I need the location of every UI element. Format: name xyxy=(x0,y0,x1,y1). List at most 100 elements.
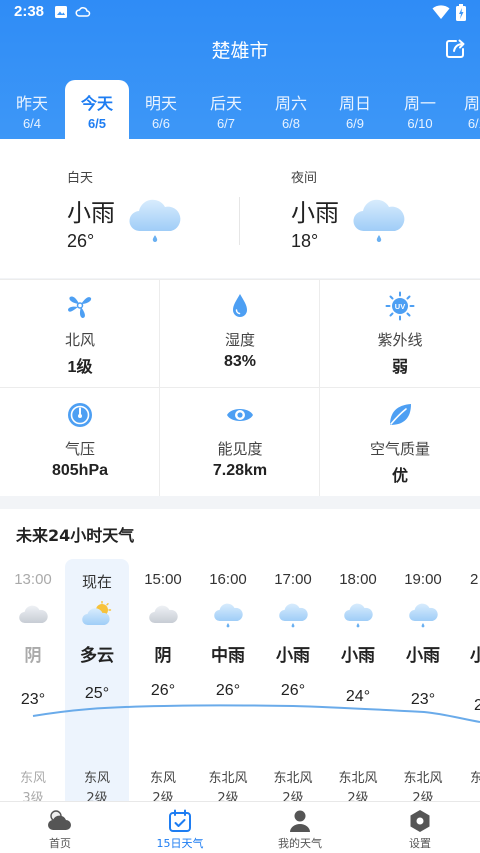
person-icon xyxy=(290,810,310,832)
hour-wind: 东北风 xyxy=(338,771,378,786)
day-tab-saturday[interactable]: 周六 6/8 xyxy=(259,80,323,139)
day-night-summary: 白天 小雨 26° 夜间 小雨 18° xyxy=(0,139,480,278)
nav-15-day[interactable]: 15日天气 xyxy=(120,802,240,853)
weather-details-grid: 北风 1级 湿度 83% UV 紫外线 弱 气压 805hPa 能见度 7.28… xyxy=(0,279,480,496)
hour-column[interactable]: 18:00 小雨 24° 东北风 2级 xyxy=(326,559,390,801)
wifi-icon xyxy=(432,5,450,19)
detail-value: 83% xyxy=(223,353,257,370)
nav-settings[interactable]: 设置 xyxy=(360,802,480,853)
day-tab-tomorrow[interactable]: 明天 6/6 xyxy=(129,80,193,139)
detail-value: 1级 xyxy=(67,359,93,376)
detail-value: 7.28km xyxy=(212,462,268,479)
overcast-icon xyxy=(17,601,49,629)
rain-cloud-icon xyxy=(126,193,184,245)
hour-temperature: 25° xyxy=(84,685,110,702)
detail-value: 弱 xyxy=(391,359,408,376)
detail-label: 气压 xyxy=(64,440,95,458)
settings-hex-icon xyxy=(410,810,430,832)
day-tab-name: 周二 xyxy=(463,94,480,113)
detail-humidity: 湿度 83% xyxy=(160,279,320,387)
day-tab-monday[interactable]: 周一 6/10 xyxy=(388,80,452,139)
detail-wind: 北风 1级 xyxy=(0,279,160,387)
day-tab-name: 周日 xyxy=(338,94,371,113)
nav-label: 15日天气 xyxy=(156,837,204,850)
svg-text:UV: UV xyxy=(395,302,405,311)
hour-column[interactable]: 2 小 2 东 xyxy=(456,559,480,801)
nav-home[interactable]: 首页 xyxy=(0,802,120,853)
hour-wind: 东 xyxy=(470,771,480,786)
rain-cloud-icon xyxy=(277,601,309,629)
hour-wind: 东风 xyxy=(149,771,176,786)
hour-column[interactable]: 16:00 中雨 26° 东北风 2级 xyxy=(196,559,260,801)
share-icon[interactable] xyxy=(444,38,466,60)
night-label: 夜间 xyxy=(291,171,318,186)
hour-wind-level: 2级 xyxy=(412,791,434,801)
hour-temperature: 23° xyxy=(410,691,436,708)
hour-time: 18:00 xyxy=(339,571,377,588)
day-tab-tuesday[interactable]: 周二 6/11 xyxy=(448,80,480,139)
hour-temperature: 26° xyxy=(215,682,241,699)
rain-cloud-icon xyxy=(407,601,439,629)
detail-uv: UV 紫外线 弱 xyxy=(320,279,480,387)
nav-label: 我的天气 xyxy=(278,837,322,850)
hour-column[interactable]: 19:00 小雨 23° 东北风 2级 xyxy=(391,559,455,801)
hour-wind: 东风 xyxy=(83,771,110,786)
hour-wind: 东北风 xyxy=(273,771,313,786)
detail-value: 优 xyxy=(391,468,408,485)
day-tab-date: 6/4 xyxy=(22,116,42,131)
day-tab-date: 6/5 xyxy=(87,116,107,131)
hour-wind-level: 2级 xyxy=(347,791,369,801)
section-title: 未来24小时天气 xyxy=(16,526,135,545)
day-tab-date: 6/6 xyxy=(151,116,171,131)
hourly-forecast: 未来24小时天气 13:00 阴 23° 东风 3级 现在 多云 25° 东风 … xyxy=(0,509,480,801)
hour-time: 2 xyxy=(470,571,479,588)
hour-condition: 小雨 xyxy=(406,646,440,666)
city-title: 楚雄市 xyxy=(211,40,269,62)
rain-cloud-icon xyxy=(212,601,244,629)
calendar-icon xyxy=(169,809,191,832)
hour-condition: 小雨 xyxy=(276,646,310,666)
detail-label: 紫外线 xyxy=(377,331,423,349)
day-tab-date: 6/11 xyxy=(467,116,480,131)
day-tab-yesterday[interactable]: 昨天 6/4 xyxy=(0,80,64,139)
nav-label: 首页 xyxy=(49,837,71,850)
hour-wind: 东风 xyxy=(19,771,46,786)
hour-temperature: 26° xyxy=(150,682,176,699)
hour-column[interactable]: 15:00 阴 26° 东风 2级 xyxy=(131,559,195,801)
hour-time: 19:00 xyxy=(404,571,442,588)
hour-wind-level: 2级 xyxy=(282,791,304,801)
nav-my-weather[interactable]: 我的天气 xyxy=(240,802,360,853)
day-tab-day-after[interactable]: 后天 6/7 xyxy=(194,80,258,139)
hour-column-current[interactable]: 现在 多云 25° 东风 2级 xyxy=(65,559,129,801)
day-tab-name: 今天 xyxy=(80,94,113,113)
day-tab-name: 周一 xyxy=(403,94,436,113)
hour-wind-level: 3级 xyxy=(22,791,44,801)
detail-pressure: 气压 805hPa xyxy=(0,388,160,496)
day-tab-name: 明天 xyxy=(144,94,177,113)
night-summary: 夜间 小雨 18° xyxy=(240,139,480,278)
day-tab-date: 6/10 xyxy=(407,116,433,131)
eye-icon xyxy=(227,409,253,421)
hour-temperature: 24° xyxy=(345,688,371,705)
night-temperature: 18° xyxy=(291,231,319,251)
hour-wind: 东北风 xyxy=(208,771,248,786)
fan-icon xyxy=(68,296,92,318)
hour-column[interactable]: 17:00 小雨 26° 东北风 2级 xyxy=(261,559,325,801)
detail-label: 北风 xyxy=(64,331,95,349)
day-tab-name: 周六 xyxy=(274,94,307,113)
uv-sun-icon: UV xyxy=(385,291,415,321)
day-tab-sunday[interactable]: 周日 6/9 xyxy=(323,80,387,139)
leaf-icon xyxy=(390,404,411,425)
status-bar: 2:38 xyxy=(0,0,480,26)
day-tab-today[interactable]: 今天 6/5 xyxy=(65,80,129,139)
status-time: 2:38 xyxy=(14,3,45,20)
day-condition: 小雨 xyxy=(67,199,115,227)
hour-condition: 中雨 xyxy=(211,646,245,666)
bottom-navigation: 首页 15日天气 我的天气 设置 xyxy=(0,801,480,853)
day-tab-date: 6/8 xyxy=(281,116,301,131)
hour-wind-level: 2级 xyxy=(217,791,239,801)
hour-column[interactable]: 13:00 阴 23° 东风 3级 xyxy=(1,559,65,801)
water-drop-icon xyxy=(233,294,247,317)
rain-cloud-icon xyxy=(342,601,374,629)
hour-temperature: 26° xyxy=(280,682,306,699)
